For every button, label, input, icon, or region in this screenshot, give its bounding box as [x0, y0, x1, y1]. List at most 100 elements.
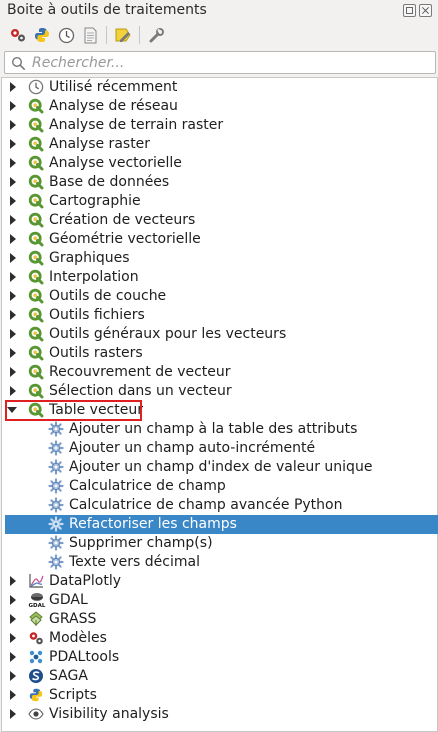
tree-algorithm-calculatrice-de-champ[interactable]: Calculatrice de champ	[2, 477, 437, 496]
tree-item-label: DataPlotly	[49, 573, 121, 589]
python-icon	[28, 687, 44, 703]
tree-provider-modeles[interactable]: Modèles	[2, 629, 437, 648]
algorithm-tree: Utilisé récemment Analyse de réseau Analys…	[1, 77, 438, 732]
tree-provider-dataplotly[interactable]: DataPlotly	[2, 572, 437, 591]
search-input[interactable]	[32, 54, 427, 71]
panel-titlebar: Boite à outils de traitements	[0, 0, 438, 22]
gear-icon	[48, 459, 64, 475]
tree-item-label: Ajouter un champ à la table des attribut…	[69, 421, 358, 437]
expand-arrow-icon[interactable]	[10, 367, 16, 377]
expand-arrow-icon[interactable]	[10, 386, 16, 396]
tree-algorithm-texte-vers-decimal[interactable]: Texte vers décimal	[2, 553, 437, 572]
gear-icon	[48, 554, 64, 570]
expand-arrow-icon[interactable]	[10, 310, 16, 320]
expand-arrow-icon[interactable]	[10, 253, 16, 263]
qgis-icon	[28, 136, 44, 152]
tree-group-utilise-recemment[interactable]: Utilisé récemment	[2, 78, 437, 97]
tree-group-geometrie-vectorielle[interactable]: Géométrie vectorielle	[2, 230, 437, 249]
tree-algorithm-supprimer-champ-s[interactable]: Supprimer champ(s)	[2, 534, 437, 553]
expand-arrow-icon[interactable]	[10, 329, 16, 339]
models-tool-button[interactable]	[8, 25, 28, 45]
tree-group-interpolation[interactable]: Interpolation	[2, 268, 437, 287]
tree-group-outils-rasters[interactable]: Outils rasters	[2, 344, 437, 363]
tree-group-selection-dans-un-vecteur[interactable]: Sélection dans un vecteur	[2, 382, 437, 401]
tree-group-outils-fichiers[interactable]: Outils fichiers	[2, 306, 437, 325]
gear-icon	[48, 535, 64, 551]
tree-item-label: Ajouter un champ auto-incrémenté	[69, 440, 316, 456]
expand-arrow-icon[interactable]	[10, 139, 16, 149]
tree-group-cartographie[interactable]: Cartographie	[2, 192, 437, 211]
tree-item-label: Ajouter un champ d'index de valeur uniqu…	[69, 459, 373, 475]
expand-arrow-icon[interactable]	[10, 633, 16, 643]
tree-group-creation-de-vecteurs[interactable]: Création de vecteurs	[2, 211, 437, 230]
float-panel-icon[interactable]	[403, 4, 416, 17]
tree-provider-gdal[interactable]: GDAL GDAL	[2, 591, 437, 610]
tree-algorithm-ajouter-un-champ-auto-incremente[interactable]: Ajouter un champ auto-incrémenté	[2, 439, 437, 458]
tree-item-label: Scripts	[49, 687, 97, 703]
gdal-icon: GDAL	[28, 592, 46, 609]
tree-group-outils-generaux-pour-les-vecteurs[interactable]: Outils généraux pour les vecteurs	[2, 325, 437, 344]
tree-group-analyse-vectorielle[interactable]: Analyse vectorielle	[2, 154, 437, 173]
expand-arrow-icon[interactable]	[10, 101, 16, 111]
dataplotly-icon	[28, 573, 44, 589]
tree-algorithm-calculatrice-de-champ-avancee-python[interactable]: Calculatrice de champ avancée Python	[2, 496, 437, 515]
python-icon	[35, 28, 49, 42]
tree-group-analyse-de-terrain-raster[interactable]: Analyse de terrain raster	[2, 116, 437, 135]
edit-features-in-place-button[interactable]	[113, 25, 133, 45]
saga-icon	[28, 668, 44, 684]
expand-arrow-icon[interactable]	[10, 652, 16, 662]
tree-group-graphiques[interactable]: Graphiques	[2, 249, 437, 268]
expand-arrow-icon[interactable]	[10, 690, 16, 700]
tree-provider-visibility-analysis[interactable]: Visibility analysis	[2, 705, 437, 724]
expand-arrow-icon[interactable]	[10, 291, 16, 301]
qgis-icon	[28, 269, 44, 285]
expand-arrow-icon[interactable]	[10, 614, 16, 624]
tree-provider-scripts[interactable]: Scripts	[2, 686, 437, 705]
qgis-icon	[28, 155, 44, 171]
tree-algorithm-refactoriser-les-champs[interactable]: Refactoriser les champs	[5, 515, 438, 534]
expand-arrow-icon[interactable]	[10, 196, 16, 206]
wrench-icon	[149, 27, 164, 42]
tree-item-label: PDALtools	[49, 649, 120, 665]
gear-icon	[48, 421, 64, 437]
results-viewer-button[interactable]	[80, 25, 100, 45]
expand-arrow-icon[interactable]	[10, 348, 16, 358]
tree-item-label: GRASS	[49, 611, 97, 627]
qgis-icon	[28, 250, 44, 266]
expand-arrow-icon[interactable]	[10, 576, 16, 586]
expand-arrow-icon[interactable]	[10, 671, 16, 681]
toolbar-separator	[106, 26, 107, 44]
tree-group-outils-de-couche[interactable]: Outils de couche	[2, 287, 437, 306]
expand-arrow-icon[interactable]	[10, 158, 16, 168]
qgis-icon	[28, 98, 44, 114]
tree-provider-saga[interactable]: SAGA	[2, 667, 437, 686]
close-panel-icon[interactable]	[419, 4, 432, 17]
tree-provider-grass[interactable]: GRASS	[2, 610, 437, 629]
qgis-icon	[28, 364, 44, 380]
expand-arrow-icon[interactable]	[10, 234, 16, 244]
expand-arrow-icon[interactable]	[10, 120, 16, 130]
options-button[interactable]	[146, 25, 166, 45]
python-scripts-button[interactable]	[32, 25, 52, 45]
clock-icon	[28, 79, 44, 95]
tree-item-label: Outils rasters	[49, 345, 143, 361]
tree-algorithm-ajouter-un-champ-a-la-table-des-attributs[interactable]: Ajouter un champ à la table des attribut…	[2, 420, 437, 439]
qgis-icon	[28, 288, 44, 304]
eye-icon	[28, 706, 44, 722]
expand-arrow-icon[interactable]	[10, 272, 16, 282]
tree-group-base-de-donnees[interactable]: Base de données	[2, 173, 437, 192]
tree-group-recouvrement-de-vecteur[interactable]: Recouvrement de vecteur	[2, 363, 437, 382]
tree-group-analyse-de-reseau[interactable]: Analyse de réseau	[2, 97, 437, 116]
tree-provider-pdaltools[interactable]: PDALtools	[2, 648, 437, 667]
qgis-icon	[28, 383, 44, 399]
tree-algorithm-ajouter-un-champ-d-index-de-valeur-unique[interactable]: Ajouter un champ d'index de valeur uniqu…	[2, 458, 437, 477]
qgis-icon	[28, 117, 44, 133]
history-button[interactable]	[56, 25, 76, 45]
expand-arrow-icon[interactable]	[10, 177, 16, 187]
tree-item-label: Analyse de terrain raster	[49, 117, 224, 133]
expand-arrow-icon[interactable]	[10, 215, 16, 225]
tree-group-analyse-raster[interactable]: Analyse raster	[2, 135, 437, 154]
expand-arrow-icon[interactable]	[10, 595, 16, 605]
expand-arrow-icon[interactable]	[10, 709, 16, 719]
expand-arrow-icon[interactable]	[10, 82, 16, 92]
